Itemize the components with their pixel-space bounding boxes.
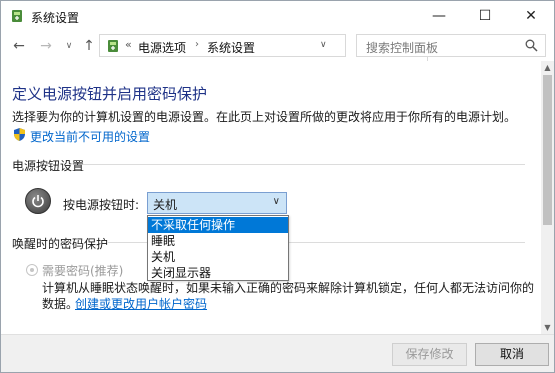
search-input[interactable]: 搜索控制面板 xyxy=(356,34,546,57)
dropdown-option-shutdown[interactable]: 关机 xyxy=(148,249,288,265)
page-title: 定义电源按钮并启用密码保护 xyxy=(12,85,208,103)
uac-shield-icon xyxy=(14,128,25,141)
breadcrumb-system-settings[interactable]: 系统设置 xyxy=(207,39,255,56)
require-password-label: 需要密码(推荐) xyxy=(42,264,124,278)
main-content: 定义电源按钮并启用密码保护 选择要为你的计算机设置的电源设置。在此页上对设置所做… xyxy=(1,61,541,334)
power-button-section-title: 电源按钮设置 xyxy=(12,159,85,173)
dropdown-option-do-nothing[interactable]: 不采取任何操作 xyxy=(148,217,288,233)
recent-locations-button[interactable]: ∨ xyxy=(61,37,77,55)
scroll-up-arrow-icon[interactable]: ▲ xyxy=(541,63,554,72)
breadcrumb-overflow-icon[interactable]: « xyxy=(125,38,132,51)
power-button-label: 按电源按钮时: xyxy=(63,198,140,212)
search-icon xyxy=(525,39,538,52)
power-options-app-icon xyxy=(12,10,22,22)
address-bar[interactable]: « 电源选项 › 系统设置 ∨ ↻ xyxy=(99,34,442,61)
section-divider xyxy=(83,164,525,165)
password-description: 计算机从睡眠状态唤醒时，如果未输入正确的密码来解除计算机锁定，任何人都无法访问你… xyxy=(42,281,535,295)
password-description-end: 数据。 xyxy=(42,297,79,311)
chevron-down-icon[interactable]: ∨ xyxy=(320,40,327,50)
up-button[interactable]: ↑ xyxy=(81,37,97,55)
wake-password-section-title: 唤醒时的密码保护 xyxy=(12,237,109,251)
save-changes-button[interactable]: 保存修改 xyxy=(392,343,467,366)
dropdown-option-turn-off-display[interactable]: 关闭显示器 xyxy=(148,265,288,281)
dropdown-option-sleep[interactable]: 睡眠 xyxy=(148,233,288,249)
breadcrumb-power-options[interactable]: 电源选项 xyxy=(138,39,186,56)
create-change-password-link[interactable]: 创建或更改用户帐户密码 xyxy=(75,295,207,312)
forward-button[interactable]: → xyxy=(38,37,54,55)
maximize-button[interactable]: ☐ xyxy=(462,1,508,31)
power-button-action-value: 关机 xyxy=(153,198,178,212)
chevron-right-icon[interactable]: › xyxy=(195,39,199,50)
footer-bar: 保存修改 取消 xyxy=(1,334,554,372)
title-bar: 系统设置 — ☐ ✕ xyxy=(1,1,554,31)
vertical-scrollbar[interactable]: ▲ ▼ xyxy=(541,61,554,334)
system-settings-window: 系统设置 — ☐ ✕ ← → ∨ ↑ « 电源选项 › 系统设置 ∨ ↻ 搜索控… xyxy=(0,0,555,373)
power-button-action-select[interactable]: 关机 ∨ xyxy=(147,192,287,214)
change-unavailable-settings-link[interactable]: 更改当前不可用的设置 xyxy=(30,128,150,145)
minimize-button[interactable]: — xyxy=(416,1,462,31)
scroll-down-arrow-icon[interactable]: ▼ xyxy=(541,323,554,332)
power-options-icon xyxy=(108,40,118,52)
navigation-bar: ← → ∨ ↑ « 电源选项 › 系统设置 ∨ ↻ 搜索控制面板 xyxy=(1,31,554,61)
window-title: 系统设置 xyxy=(31,11,80,25)
chevron-down-icon: ∨ xyxy=(272,196,280,207)
scrollbar-thumb[interactable] xyxy=(543,75,552,225)
page-description: 选择要为你的计算机设置的电源设置。在此页上对设置所做的更改将应用于你所有的电源计… xyxy=(12,110,517,124)
cancel-button[interactable]: 取消 xyxy=(475,343,549,366)
close-button[interactable]: ✕ xyxy=(508,1,554,31)
require-password-radio[interactable] xyxy=(26,264,38,276)
power-button-icon xyxy=(25,188,51,214)
power-action-dropdown-list: 不采取任何操作 睡眠 关机 关闭显示器 xyxy=(147,215,289,281)
search-placeholder: 搜索控制面板 xyxy=(366,41,439,55)
back-button[interactable]: ← xyxy=(11,37,27,55)
